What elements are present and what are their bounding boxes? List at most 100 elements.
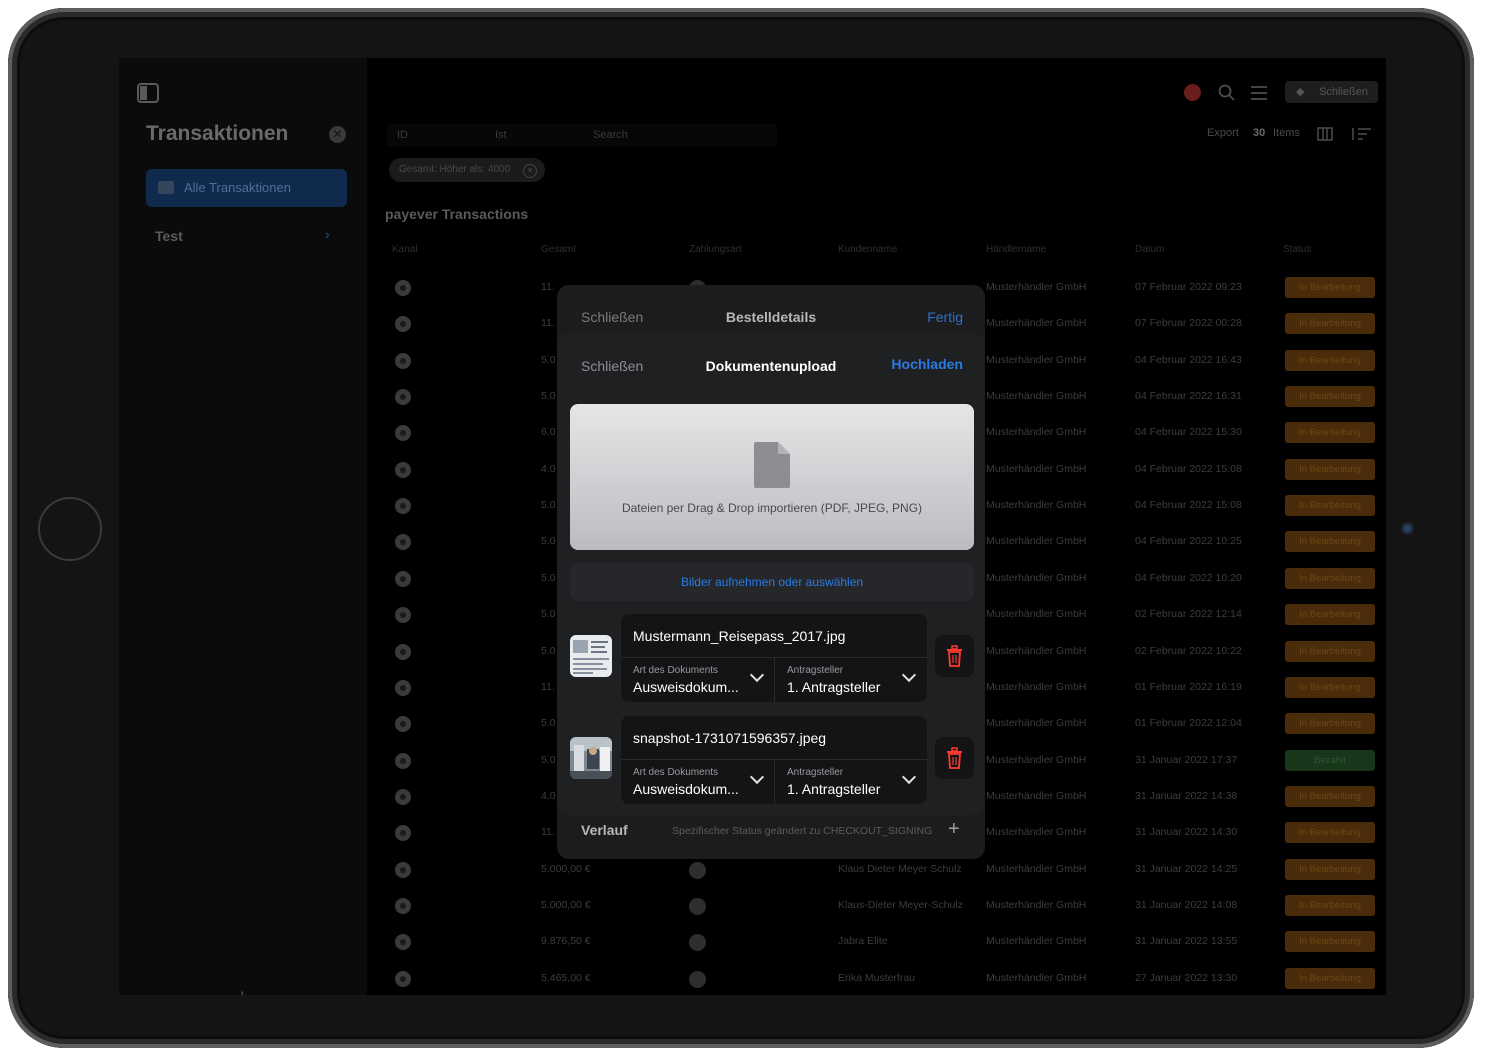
document-type-select[interactable]: Ausweisdokum... [633,679,739,695]
column-header[interactable]: Kanal [392,244,418,255]
search-input[interactable]: Search [593,129,628,141]
row-total: 5.000,00 € [541,862,591,875]
order-done-button[interactable]: Fertig [927,309,963,325]
document-thumbnail[interactable] [570,635,612,677]
row-total: 5.0 [541,571,556,584]
document-type-select[interactable]: Ausweisdokum... [633,781,739,797]
filter-chip-label: Gesamt: Höher als: 4000 [399,164,511,175]
status-badge: In Bearbeitung [1285,386,1375,408]
channel-icon [395,752,411,769]
delete-document-button[interactable] [935,737,974,779]
channel-icon [395,607,411,624]
delete-document-button[interactable] [935,635,974,677]
channel-icon [395,280,411,296]
table-row[interactable]: 9.876,50 € Jabra Elite Musterhändler GmbH 3… [385,925,1375,961]
document-icon [754,442,790,488]
row-customer: Erika Musterfrau [838,971,916,984]
table-row[interactable]: 5.465,00 € Erika Musterfrau Musterhändler … [385,962,1375,995]
search-bar[interactable]: ID Ist Search [387,124,777,146]
app-close-button[interactable]: ◆ Schließen [1285,81,1378,103]
remove-filter-icon[interactable]: ✕ [523,164,537,178]
row-total: 5.465,00 € [541,971,591,984]
status-badge: In Bearbeitung [1285,894,1375,916]
row-date: 31 Januar 2022 14:25 [1135,862,1238,875]
column-header[interactable]: Status [1283,244,1311,255]
row-merchant: Musterhändler GmbH [986,426,1087,439]
column-header[interactable]: Gesamt [541,244,576,255]
channel-icon [395,825,411,842]
id-input[interactable]: ID [397,129,408,141]
row-total: 5.000,00 € [541,898,591,911]
home-button[interactable] [38,497,102,561]
row-customer: Klaus-Dieter Meyer-Schulz [838,898,963,911]
channel-icon [395,970,411,987]
status-badge: In Bearbeitung [1285,422,1375,444]
channel-icon [395,498,411,515]
items-count[interactable]: 30 [1253,127,1265,139]
applicant-select[interactable]: 1. Antragsteller [787,781,880,797]
sidebar-item-all-transactions[interactable]: Alle Transaktionen [146,169,347,207]
row-total: 5.0 [541,608,556,621]
status-badge: In Bearbeitung [1285,713,1375,735]
row-merchant: Musterhändler GmbH [986,898,1087,911]
row-date: 01 Februar 2022 12:04 [1135,717,1242,730]
document-filename: Mustermann_Reisepass_2017.jpg [633,628,846,644]
export-button[interactable]: Export [1207,127,1239,139]
row-merchant: Musterhändler GmbH [986,353,1087,366]
expand-history-icon[interactable]: + [948,818,960,841]
sidebar-item-test[interactable]: Test [155,228,183,244]
avatar[interactable] [1184,84,1201,101]
upload-submit-button[interactable]: Hochladen [891,356,963,372]
row-merchant: Musterhändler GmbH [986,826,1087,839]
app-close-label: Schließen [1319,86,1368,98]
sidebar-toggle-icon[interactable] [137,83,159,103]
filter-chip[interactable]: Gesamt: Höher als: 4000 ✕ [389,158,545,182]
chevron-down-icon[interactable] [749,769,765,785]
document-item: snapshot-1731071596357.jpeg Art des Doku… [570,716,974,804]
row-total: 5.0 [541,353,556,366]
row-date: 04 Februar 2022 10:25 [1135,535,1242,548]
columns-icon[interactable] [1317,127,1333,141]
channel-icon [395,679,411,696]
ist-input[interactable]: Ist [495,129,507,141]
row-customer: Klaus Dieter Meyer Schulz [838,862,962,875]
column-header[interactable]: Zahlungsart [689,244,742,255]
column-header[interactable]: Händlername [986,244,1046,255]
row-date: 02 Februar 2022 10:22 [1135,644,1242,657]
document-thumbnail[interactable] [570,737,612,779]
sidebar-close-icon[interactable]: ✕ [329,126,346,143]
status-badge: In Bearbeitung [1285,822,1375,844]
menu-icon[interactable] [1250,85,1268,101]
search-icon[interactable] [1218,84,1236,102]
row-date: 31 Januar 2022 14:08 [1135,898,1238,911]
row-total: 11. [541,826,555,839]
chevron-right-icon[interactable]: › [325,226,330,242]
column-header[interactable]: Kundenname [838,244,898,255]
sidebar: Transaktionen ✕ Alle Transaktionen Test … [119,58,367,995]
row-total: 9.876,50 € [541,935,591,948]
status-badge: In Bearbeitung [1285,785,1375,807]
add-icon[interactable]: + [237,986,248,995]
channel-icon [395,389,411,406]
camera-icon [1401,522,1414,535]
row-merchant: Musterhändler GmbH [986,644,1087,657]
table-row[interactable]: 5.000,00 € Klaus-Dieter Meyer-Schulz Muste… [385,889,1375,925]
document-filename: snapshot-1731071596357.jpeg [633,730,827,746]
file-dropzone[interactable]: Dateien per Drag & Drop importieren (PDF… [570,404,974,550]
row-total: 11. [541,317,555,330]
status-badge: In Bearbeitung [1285,931,1375,953]
sidebar-title: Transaktionen [146,122,289,145]
row-merchant: Musterhändler GmbH [986,971,1087,984]
pick-images-button[interactable]: Bilder aufnehmen oder auswählen [570,563,974,601]
channel-icon [395,352,411,369]
applicant-select[interactable]: 1. Antragsteller [787,679,880,695]
chevron-down-icon[interactable] [901,769,917,785]
column-header[interactable]: Datum [1135,244,1164,255]
chevron-down-icon[interactable] [901,667,917,683]
row-date: 04 Februar 2022 16:43 [1135,353,1242,366]
channel-icon [395,716,411,733]
payment-method-icon [689,934,706,952]
chevron-down-icon[interactable] [749,667,765,683]
sort-icon[interactable] [1350,127,1372,141]
applicant-label: Antragsteller [787,665,844,676]
